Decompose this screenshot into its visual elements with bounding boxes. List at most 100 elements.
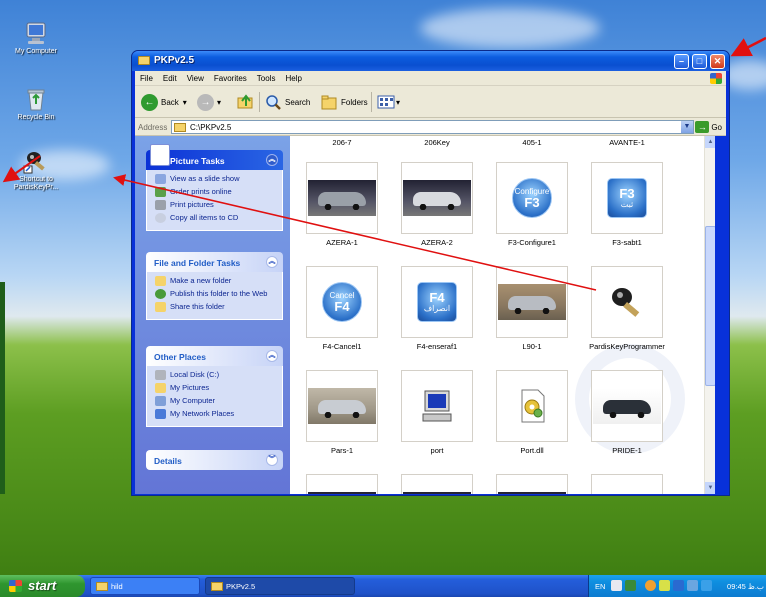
place-my-computer[interactable]: My Computer: [155, 396, 282, 406]
car-key-icon: [612, 288, 640, 317]
start-button[interactable]: start: [0, 575, 85, 597]
file-item[interactable]: L90-1: [482, 266, 582, 351]
place-my-pictures[interactable]: My Pictures: [155, 383, 282, 393]
menu-edit[interactable]: Edit: [158, 71, 182, 83]
file-thumbnail: [591, 370, 663, 442]
folders-button[interactable]: Folders: [321, 93, 368, 111]
file-thumbnail: F3 ثبت: [591, 162, 663, 234]
file-item[interactable]: AZERA-2: [387, 162, 487, 247]
file-item[interactable]: F3 ثبت F3-sabt1: [577, 162, 677, 247]
task-order-prints[interactable]: Order prints online: [155, 187, 282, 197]
file-thumbnail: [591, 474, 663, 494]
desktop-icon-pardis-shortcut[interactable]: Shortcut to PardisKeyPr...: [0, 148, 72, 192]
task-view-slideshow[interactable]: View as a slide show: [155, 174, 282, 184]
title-bar[interactable]: PKPv2.5 – □ ✕: [132, 51, 729, 71]
file-folder-tasks-body: Make a new folder Publish this folder to…: [146, 272, 283, 320]
menu-favorites[interactable]: Favorites: [209, 71, 252, 83]
publish-globe-icon: [155, 289, 166, 299]
expand-chevron-icon[interactable]: ︾: [266, 454, 278, 466]
file-label[interactable]: 206-7: [292, 138, 392, 147]
task-copy-to-cd[interactable]: Copy all items to CD: [155, 213, 282, 223]
file-item[interactable]: Pars-1: [292, 370, 392, 455]
task-publish-web[interactable]: Publish this folder to the Web: [155, 289, 282, 299]
address-input[interactable]: C:\PKPv2.5 ▼: [171, 120, 694, 134]
up-folder-button[interactable]: [237, 93, 255, 111]
task-new-folder[interactable]: Make a new folder: [155, 276, 282, 286]
back-dropdown-icon[interactable]: ▾: [183, 98, 187, 107]
file-label[interactable]: 206Key: [387, 138, 487, 147]
desktop-icon-recycle-bin[interactable]: Recycle Bin: [0, 86, 72, 122]
search-button[interactable]: Search: [265, 93, 310, 111]
collapse-chevron-icon[interactable]: ︽: [266, 350, 278, 362]
task-share-folder[interactable]: Share this folder: [155, 302, 282, 312]
views-button[interactable]: ▾: [377, 93, 400, 111]
back-button[interactable]: ← Back ▾: [141, 93, 187, 111]
details-header[interactable]: Details ︾: [146, 450, 283, 470]
file-item[interactable]: [292, 474, 392, 494]
file-item[interactable]: [387, 474, 487, 494]
drive-icon: [155, 370, 166, 380]
vertical-scrollbar[interactable]: ▲ ▼: [704, 136, 715, 494]
network-icon: [155, 409, 166, 419]
computer-icon: [155, 396, 166, 406]
file-folder-tasks-header[interactable]: File and Folder Tasks ︽: [146, 252, 283, 272]
tray-network-icon[interactable]: [625, 580, 636, 591]
file-thumbnail: [306, 162, 378, 234]
toolbar-separator: [259, 92, 260, 112]
taskbar-button-hild[interactable]: hild: [90, 577, 200, 595]
place-network-places[interactable]: My Network Places: [155, 409, 282, 419]
minimize-button[interactable]: –: [674, 54, 689, 69]
tray-tool-icon[interactable]: [611, 580, 622, 591]
file-label[interactable]: 405-1: [482, 138, 582, 147]
desktop-icon-my-computer[interactable]: My Computer: [0, 20, 72, 56]
car-image: [498, 492, 566, 494]
menu-help[interactable]: Help: [280, 71, 306, 83]
folder-icon: [174, 123, 186, 132]
cd-icon: [155, 213, 166, 223]
file-item[interactable]: Cancel F4 F4-Cancel1: [292, 266, 392, 351]
file-label[interactable]: AVANTE-1: [577, 138, 677, 147]
file-item[interactable]: AZERA-1: [292, 162, 392, 247]
f3-configure-icon: Configure F3: [512, 178, 552, 218]
file-item[interactable]: PardisKeyProgrammer: [577, 266, 677, 351]
car-image: [403, 492, 471, 494]
go-arrow-icon: →: [695, 121, 710, 133]
folders-icon: [321, 95, 337, 109]
picture-tasks-header[interactable]: Picture Tasks ︽: [146, 144, 283, 170]
file-item[interactable]: Configure F3 F3-Configure1: [482, 162, 582, 247]
menu-view[interactable]: View: [182, 71, 209, 83]
language-indicator[interactable]: EN: [595, 582, 605, 591]
collapse-chevron-icon[interactable]: ︽: [266, 256, 278, 268]
other-places-header[interactable]: Other Places ︽: [146, 346, 283, 366]
scroll-up-icon[interactable]: ▲: [705, 136, 715, 148]
maximize-button[interactable]: □: [692, 54, 707, 69]
task-print-pictures[interactable]: Print pictures: [155, 200, 282, 210]
tray-app-icon[interactable]: [645, 580, 656, 591]
file-item[interactable]: [577, 474, 677, 494]
menu-tools[interactable]: Tools: [252, 71, 281, 83]
file-item[interactable]: [482, 474, 582, 494]
file-item[interactable]: PRIDE-1: [577, 370, 677, 455]
collapse-chevron-icon[interactable]: ︽: [266, 154, 278, 166]
tray-security-icon[interactable]: [701, 580, 712, 591]
forward-button[interactable]: → ▾: [197, 93, 221, 111]
desktop-edge-strip: [0, 282, 5, 494]
folder-icon: [211, 582, 223, 591]
file-item[interactable]: Port.dll: [482, 370, 582, 455]
tray-volume-icon[interactable]: [687, 580, 698, 591]
file-item[interactable]: F4 انصراف F4-enseraf1: [387, 266, 487, 351]
go-button[interactable]: → Go: [695, 121, 722, 133]
menu-file[interactable]: File: [135, 71, 158, 83]
close-button[interactable]: ✕: [710, 54, 725, 69]
forward-dropdown-icon[interactable]: ▾: [217, 98, 221, 107]
system-tray: EN 09:45 ب.ظ: [588, 575, 766, 597]
scroll-down-icon[interactable]: ▼: [705, 482, 715, 494]
scroll-thumb[interactable]: [705, 226, 715, 386]
tray-display-icon[interactable]: [659, 580, 670, 591]
tray-monitor-icon[interactable]: [673, 580, 684, 591]
place-local-disk[interactable]: Local Disk (C:): [155, 370, 282, 380]
file-item[interactable]: port: [387, 370, 487, 455]
address-dropdown-icon[interactable]: ▼: [681, 121, 693, 133]
address-bar: Address C:\PKPv2.5 ▼ → Go: [135, 118, 726, 136]
taskbar-button-pkpv25[interactable]: PKPv2.5: [205, 577, 355, 595]
